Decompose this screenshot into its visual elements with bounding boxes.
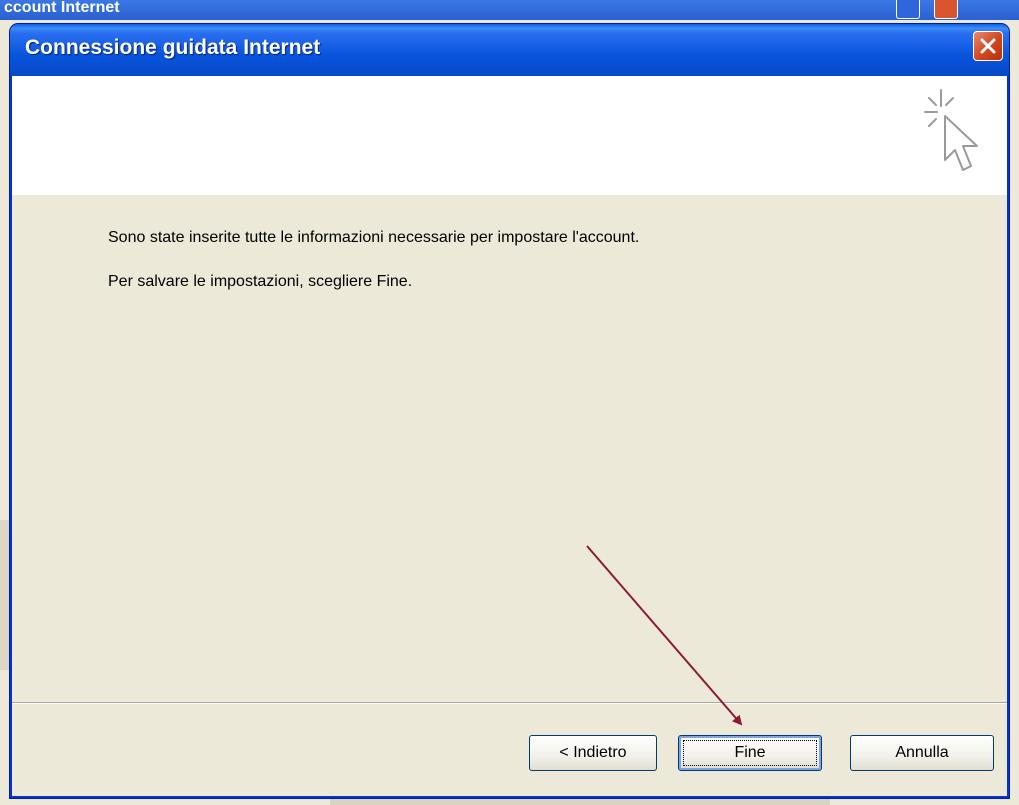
footer-divider-highlight bbox=[12, 703, 1007, 704]
header-separator bbox=[12, 194, 1007, 195]
focus-ring bbox=[683, 740, 817, 766]
instruction-message: Per salvare le impostazioni, scegliere F… bbox=[108, 273, 413, 290]
close-button[interactable] bbox=[973, 31, 1003, 61]
background-help-button[interactable] bbox=[896, 0, 920, 19]
wizard-cursor-icon bbox=[924, 89, 978, 171]
back-button[interactable]: < Indietro bbox=[529, 735, 657, 771]
summary-message: Sono state inserite tutte le informazion… bbox=[108, 229, 640, 246]
wizard-titlebar[interactable]: Connessione guidata Internet bbox=[10, 24, 1009, 76]
background-window-titlebar: ccount Internet bbox=[0, 0, 1019, 20]
background-window-title: ccount Internet bbox=[4, 0, 120, 16]
cancel-button[interactable]: Annulla bbox=[850, 735, 994, 771]
finish-button[interactable]: Fine bbox=[678, 735, 822, 771]
wizard-title: Connessione guidata Internet bbox=[25, 36, 321, 59]
background-close-button[interactable] bbox=[934, 0, 958, 19]
wizard-header-panel bbox=[12, 76, 1007, 195]
wizard-dialog: Connessione guidata Internet Sono state … bbox=[10, 24, 1009, 798]
close-icon bbox=[980, 38, 996, 54]
